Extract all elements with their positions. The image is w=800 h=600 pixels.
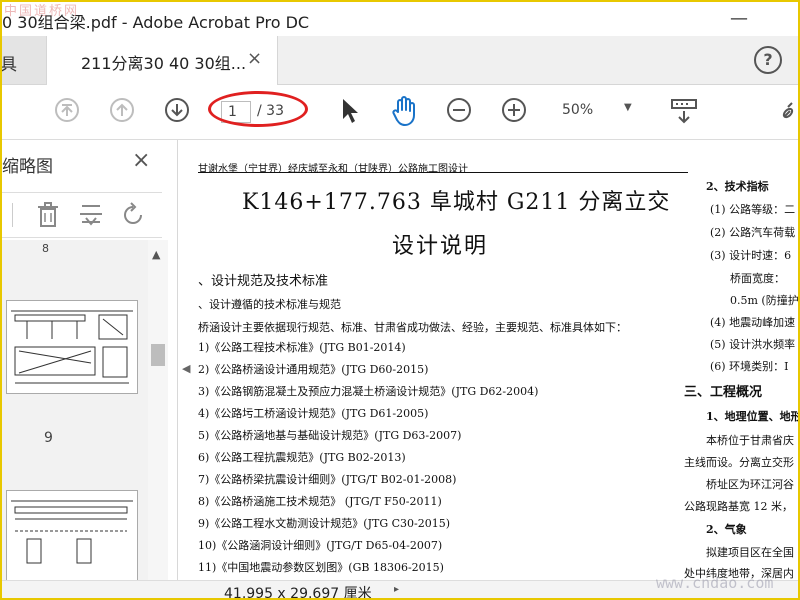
page-size-label: 41.995 x 29.697 厘米 [224,586,372,600]
tab-document-label: 211分离30 40 30组... [81,54,247,73]
scrollbar-thumb[interactable] [151,344,165,366]
doc-right-line: (4) 地震动峰加速 [710,316,796,329]
doc-subtitle: 设计说明 [392,234,489,259]
doc-right-line: (5) 设计洪水频率 [710,338,796,351]
doc-right-line: (1) 公路等级：二 [710,203,796,216]
thumbnail-list: 8 9 [2,240,148,580]
app-window: 中国道桥网 0 30组合梁.pdf - Adobe Acrobat Pro DC… [0,0,800,600]
doc-header-rule [198,172,688,173]
doc-title: K146+177.763 阜城村 G211 分离立交 [242,190,671,215]
doc-right-heading: 三、工程概况 [684,385,763,400]
zoom-in-icon[interactable] [501,97,527,127]
collapse-panel-icon[interactable]: ◀ [182,362,190,375]
thumbnail-page[interactable] [6,300,138,394]
doc-right-line: 主线而设。分离立交形 [684,456,794,469]
first-page-icon[interactable] [54,97,80,127]
help-button[interactable]: ? [754,46,782,74]
doc-line: 、设计规范及技术标准 [198,274,329,289]
tab-previous-label: 具 [0,55,17,75]
tab-previous[interactable]: 具 [2,36,46,84]
toolbar-divider [12,203,13,227]
doc-right-line: 桥址区为环江河谷 [706,478,794,491]
tab-document[interactable]: 211分离30 40 30组... × [46,36,278,85]
doc-right-line: (2) 公路汽车荷载 [710,226,796,239]
doc-right-line: 本桥位于甘肃省庆 [706,434,794,447]
doc-right-line: 2、技术指标 [706,180,769,193]
thumbnail-scrollbar[interactable]: ▲ [148,240,168,580]
delete-page-icon[interactable] [36,202,60,232]
thumbnail-page-label: 9 [44,430,53,446]
extract-page-icon[interactable] [78,202,104,232]
minimize-button[interactable]: — [730,8,748,29]
doc-right-line: 2、气象 [706,523,747,536]
tab-close-button[interactable]: × [247,48,262,69]
window-title: 0 30组合梁.pdf - Adobe Acrobat Pro DC [2,13,310,32]
rotate-page-icon[interactable] [120,202,146,232]
doc-line: 8)《公路桥涵施工技术规范》 (JTG/T F50-2011) [198,495,442,508]
select-cursor-icon[interactable] [340,97,360,129]
doc-line: 11)《中国地震动参数区划图》(GB 18306-2015) [198,561,444,574]
scroll-up-icon[interactable]: ▲ [152,248,160,261]
doc-right-line: 1、地理位置、地形 [706,410,798,423]
link-icon[interactable] [782,101,798,125]
zoom-dropdown-icon[interactable]: ▼ [624,102,632,113]
scroll-mode-icon[interactable] [670,97,698,129]
thumbnail-toolbar [2,192,162,238]
doc-line: 9)《公路工程水文勘测设计规范》(JTG C30-2015) [198,517,451,530]
doc-line: 桥涵设计主要依据现行规范、标准、甘肃省成功做法、经验，主要规范、标准具体如下： [198,321,627,334]
prev-page-icon[interactable] [109,97,135,127]
site-watermark-bottom: www.cndao.com [656,574,774,592]
thumbnails-panel: 缩略图 × 8 9 ▲ [2,140,178,580]
title-bar: 中国道桥网 0 30组合梁.pdf - Adobe Acrobat Pro DC… [2,2,798,36]
thumbnail-page-label: 8 [42,242,49,255]
doc-line: 2)《公路桥涵设计通用规范》(JTG D60-2015) [198,363,429,376]
thumbnails-panel-title: 缩略图 [2,157,53,177]
doc-line: 7)《公路桥梁抗震设计细则》(JTG/T B02-01-2008) [198,473,457,486]
doc-line: 5)《公路桥涵地基与基础设计规范》(JTG D63-2007) [198,429,462,442]
page-size-arrow-icon[interactable]: ▸ [394,584,399,595]
tab-bar: 具 211分离30 40 30组... × ? [2,36,798,85]
doc-line: 6)《公路工程抗震规范》(JTG B02-2013) [198,451,406,464]
doc-right-line: (3) 设计时速：6 [710,249,792,262]
doc-line: 、设计遵循的技术标准与规范 [198,298,341,311]
zoom-level[interactable]: 50% [562,102,593,118]
thumbnails-close-button[interactable]: × [132,148,150,173]
doc-right-line: 桥面宽度： [730,272,785,285]
doc-line: 4)《公路圬工桥涵设计规范》(JTG D61-2005) [198,407,429,420]
annotation-ellipse [208,91,308,127]
next-page-icon[interactable] [164,97,190,127]
document-view: 甘谢水堡（宁甘界）经庆城至永和（甘陕界）公路施工图设计 K146+177.763… [198,140,798,580]
hand-tool-icon[interactable] [390,95,420,131]
doc-line: 1)《公路工程技术标准》(JTG B01-2014) [198,341,406,354]
thumbnail-page[interactable] [6,490,138,580]
doc-right-line: 公路现路基宽 12 米， [684,500,793,513]
doc-line: 10)《公路涵洞设计细则》(JTG/T D65-04-2007) [198,539,443,552]
zoom-out-icon[interactable] [446,97,472,127]
doc-line: 3)《公路钢筋混凝土及预应力混凝土桥涵设计规范》(JTG D62-2004) [198,385,539,398]
doc-right-line: 0.5m (防撞护 [730,294,798,307]
doc-right-line: 拟建项目区在全国 [706,546,794,559]
doc-right-line: (6) 环境类别：I [710,360,789,373]
toolbar: 1 / 33 50% ▼ [2,85,798,140]
